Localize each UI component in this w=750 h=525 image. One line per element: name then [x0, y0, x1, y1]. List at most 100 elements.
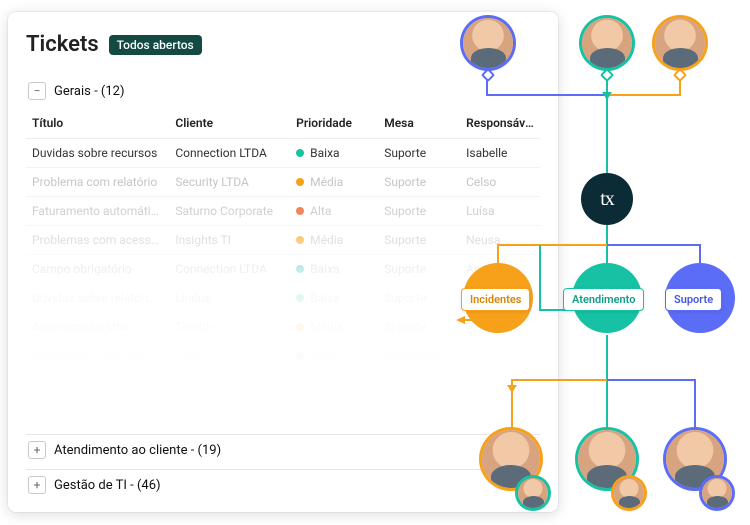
avatar: [582, 18, 632, 68]
cell-prioridade: Média: [290, 226, 378, 255]
priority-dot-icon: [296, 381, 304, 389]
cell-mesa: Incidentes: [378, 342, 460, 371]
group-label: Gerais - (12): [54, 84, 124, 99]
cell-titulo: —: [26, 371, 169, 400]
cell-cliente: TDVs: [169, 342, 290, 371]
avatar: [614, 478, 644, 508]
cell-prioridade: Média: [290, 168, 378, 197]
cell-mesa: Suporte: [378, 255, 460, 284]
col-header-responsavel[interactable]: Responsável: [460, 108, 540, 139]
cell-prioridade: Alta: [290, 197, 378, 226]
cell-cliente: —: [169, 371, 290, 400]
group-atendimento-ao-cliente[interactable]: + Atendimento ao cliente - (19): [26, 434, 540, 465]
priority-dot-icon: [296, 323, 304, 331]
avatar: [702, 478, 732, 508]
col-header-cliente[interactable]: Cliente: [169, 108, 290, 139]
expand-icon[interactable]: +: [28, 441, 46, 459]
table-row[interactable]: ——MédiaIncidentes—: [26, 371, 540, 400]
cell-prioridade: Baixa: [290, 255, 378, 284]
connector-node-icon: [673, 68, 687, 82]
cell-mesa: Suporte: [378, 313, 460, 342]
avatar: [518, 478, 548, 508]
cell-titulo: Permissões indevidas: [26, 342, 169, 371]
cell-titulo: Duvidas sobre recursos: [26, 139, 169, 168]
priority-dot-icon: [296, 265, 304, 273]
priority-label: Alta: [310, 204, 331, 218]
priority-dot-icon: [296, 352, 304, 360]
tickets-table: Título Cliente Prioridade Mesa Responsáv…: [26, 108, 540, 429]
label-incidentes: Incidentes: [461, 288, 530, 311]
cell-titulo: Problema com relatório: [26, 168, 169, 197]
cell-prioridade: Baixa: [290, 284, 378, 313]
cell-prioridade: Alta: [290, 400, 378, 429]
table-row[interactable]: ——Alta——: [26, 400, 540, 429]
cell-titulo: Autenticação MFA: [26, 313, 169, 342]
priority-dot-icon: [296, 236, 304, 244]
brand-logo-node: tx: [581, 173, 633, 225]
avatar: [463, 18, 513, 68]
priority-label: Baixa: [310, 349, 339, 363]
table-row[interactable]: Autenticação MFATeorithMédiaSuporte—: [26, 313, 540, 342]
cell-responsavel: Neusa: [460, 226, 540, 255]
cell-titulo: Problemas com acesso…: [26, 226, 169, 255]
priority-dot-icon: [296, 410, 304, 418]
label-suporte: Suporte: [665, 288, 722, 311]
priority-label: Média: [310, 233, 343, 247]
group-label: Atendimento ao cliente - (19): [54, 443, 221, 458]
cell-responsavel: —: [460, 400, 540, 429]
cell-cliente: Connection LTDA: [169, 139, 290, 168]
cell-responsavel: —: [460, 371, 540, 400]
group-gerais[interactable]: − Gerais - (12): [26, 75, 540, 106]
table-header-row: Título Cliente Prioridade Mesa Responsáv…: [26, 108, 540, 139]
group-gestao-de-ti[interactable]: + Gestão de TI - (46): [26, 469, 540, 500]
cell-mesa: Suporte: [378, 139, 460, 168]
cell-prioridade: Baixa: [290, 139, 378, 168]
cell-mesa: Suporte: [378, 197, 460, 226]
cell-cliente: Teorith: [169, 313, 290, 342]
priority-dot-icon: [296, 294, 304, 302]
connector-node-icon: [600, 68, 614, 82]
collapse-icon[interactable]: −: [28, 82, 46, 100]
filter-chip-todos-abertos[interactable]: Todos abertos: [109, 35, 202, 55]
table-row[interactable]: Problema com relatórioSecurity LTDA Média…: [26, 168, 540, 197]
brand-logo-text: tx: [600, 188, 614, 211]
cell-mesa: Incidentes: [378, 371, 460, 400]
tickets-panel: Tickets Todos abertos − Gerais - (12) Tí…: [8, 12, 558, 512]
table-row[interactable]: Campo obrigatórioConnection LTDABaixaSup…: [26, 255, 540, 284]
priority-label: Média: [310, 320, 343, 334]
cell-cliente: Lindus: [169, 284, 290, 313]
cell-cliente: Connection LTDA: [169, 255, 290, 284]
cell-responsavel: —: [460, 342, 540, 371]
expand-icon[interactable]: +: [28, 476, 46, 494]
cell-cliente: Saturno Corporate: [169, 197, 290, 226]
cell-mesa: Suporte: [378, 168, 460, 197]
cell-responsavel: Isabelle: [460, 139, 540, 168]
cell-cliente: Insights TI: [169, 226, 290, 255]
priority-label: Média: [310, 175, 343, 189]
table-row[interactable]: Problemas com acesso…Insights TI Média Sup…: [26, 226, 540, 255]
priority-label: Alta: [310, 407, 331, 421]
priority-dot-icon: [296, 178, 304, 186]
priority-label: Baixa: [310, 146, 339, 160]
cell-titulo: Campo obrigatório: [26, 255, 169, 284]
avatar: [655, 18, 705, 68]
cell-mesa: Suporte: [378, 226, 460, 255]
table-row[interactable]: Faturamento automáticoSaturno Corporate A…: [26, 197, 540, 226]
cell-titulo: —: [26, 400, 169, 429]
priority-label: Baixa: [310, 291, 339, 305]
cell-cliente: —: [169, 400, 290, 429]
priority-dot-icon: [296, 149, 304, 157]
cell-titulo: Faturamento automático: [26, 197, 169, 226]
table-row[interactable]: Permissões indevidasTDVs Baixa Incidentes—: [26, 342, 540, 371]
col-header-mesa[interactable]: Mesa: [378, 108, 460, 139]
priority-label: Média: [310, 378, 343, 392]
page-title: Tickets: [26, 32, 99, 57]
col-header-titulo[interactable]: Título: [26, 108, 169, 139]
group-label: Gestão de TI - (46): [54, 478, 161, 493]
cell-prioridade: Média: [290, 371, 378, 400]
cell-cliente: Security LTDA: [169, 168, 290, 197]
cell-prioridade: Média: [290, 313, 378, 342]
col-header-prioridade[interactable]: Prioridade: [290, 108, 378, 139]
table-row[interactable]: Duvidas sobre recursosConnection LTDA Bai…: [26, 139, 540, 168]
cell-titulo: Dúvidas sobre relatóri…: [26, 284, 169, 313]
